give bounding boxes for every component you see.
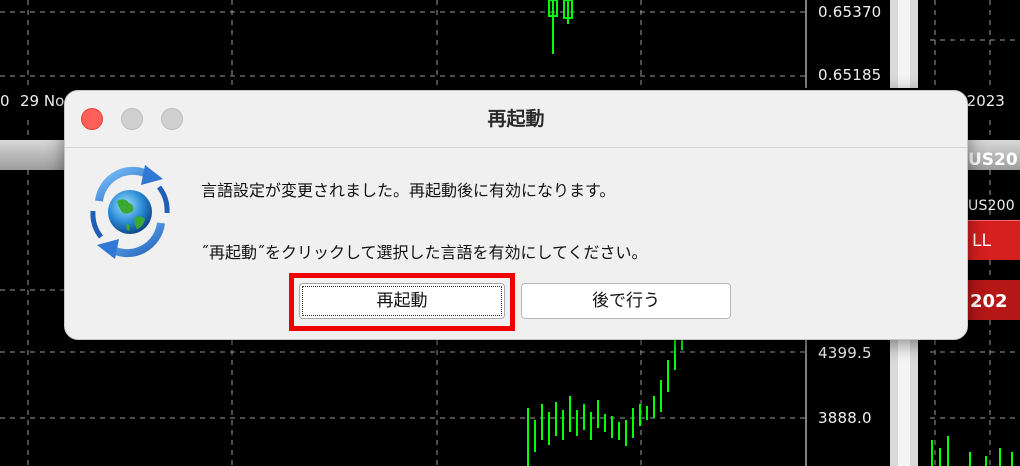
restart-dialog: 再起動 言語設定が変更されました。再起動後に有効になります。 ˝再起動˝をクリッ… — [64, 90, 968, 340]
message-line-1: 言語設定が変更されました。再起動後に有効になります。 — [201, 181, 616, 200]
date-label-left: 0 — [0, 92, 10, 110]
restart-button[interactable]: 再起動 — [299, 283, 505, 319]
price-label-third: 4399.5 — [818, 344, 872, 362]
restart-globe-icon — [90, 165, 170, 259]
later-button[interactable]: 後で行う — [521, 283, 731, 319]
price-label-fourth: 3888.0 — [818, 409, 872, 427]
dialog-titlebar: 再起動 — [65, 91, 967, 148]
price-label-second: 0.65185 — [818, 66, 882, 84]
symbol-title-right: US20 — [968, 150, 1018, 170]
message-line-2: ˝再起動˝をクリックして選択した言語を有効にしてください。 — [201, 243, 648, 262]
dialog-title: 再起動 — [487, 108, 545, 130]
bid-price-tile: 202 — [968, 280, 1020, 320]
symbol-small-right: US200 — [968, 198, 1015, 214]
date-label-nov: 29 No — [20, 92, 65, 110]
price-label-top: 0.65370 — [818, 3, 882, 21]
sell-button[interactable]: LL — [968, 220, 1020, 260]
